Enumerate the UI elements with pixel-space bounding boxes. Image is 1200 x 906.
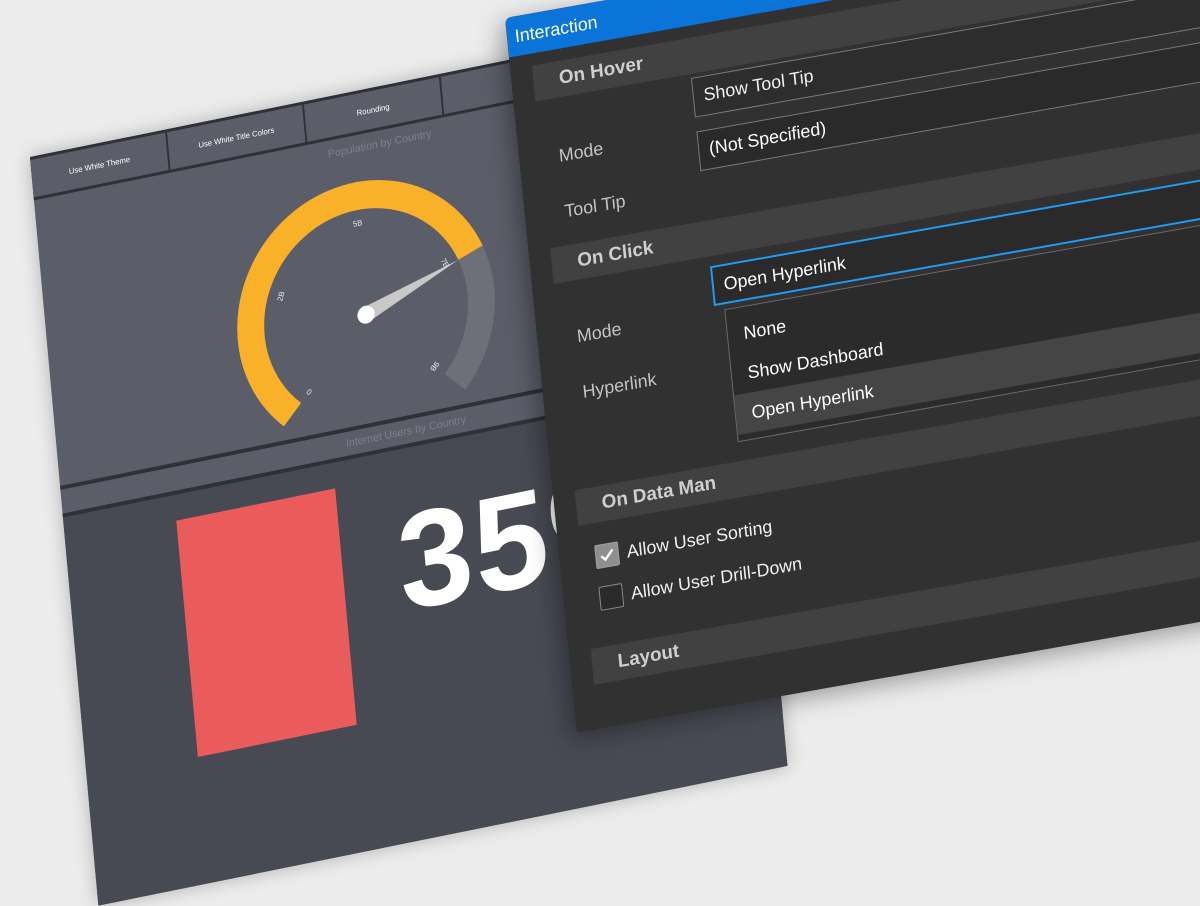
on-data-header-label: On Data Man xyxy=(600,472,717,514)
allow-drilldown-checkbox[interactable] xyxy=(598,582,625,611)
on-hover-header-label: On Hover xyxy=(558,53,645,90)
gauge-tick-label: 2B xyxy=(275,291,286,302)
use-white-theme-button[interactable]: Use White Theme xyxy=(30,132,171,198)
checkmark-icon xyxy=(600,548,614,562)
gauge-tick-label: 5B xyxy=(353,218,363,229)
allow-sorting-checkbox[interactable] xyxy=(594,541,621,570)
hyperlink-label: Hyperlink xyxy=(581,368,658,402)
interaction-dialog: Interaction On Hover Mode Show Tool Tip … xyxy=(505,0,1200,733)
layout-header-label: Layout xyxy=(616,640,681,673)
gauge-tick-label: 7B xyxy=(439,256,451,269)
gauge-tick-label: 9B xyxy=(428,360,441,373)
allow-sorting-label: Allow User Sorting xyxy=(625,515,774,562)
dialog-title: Interaction xyxy=(513,11,599,46)
allow-drilldown-label: Allow User Drill-Down xyxy=(629,552,803,603)
kpi-indicator-block xyxy=(176,488,357,758)
click-mode-label: Mode xyxy=(576,318,623,347)
tooltip-label: Tool Tip xyxy=(563,190,627,222)
gauge-tick-label: 0 xyxy=(304,386,313,396)
hover-mode-label: Mode xyxy=(557,138,605,166)
dialog-body: On Hover Mode Show Tool Tip Tool Tip (No… xyxy=(509,0,1200,733)
on-click-header-label: On Click xyxy=(576,237,655,272)
gauge-needle xyxy=(362,259,459,322)
